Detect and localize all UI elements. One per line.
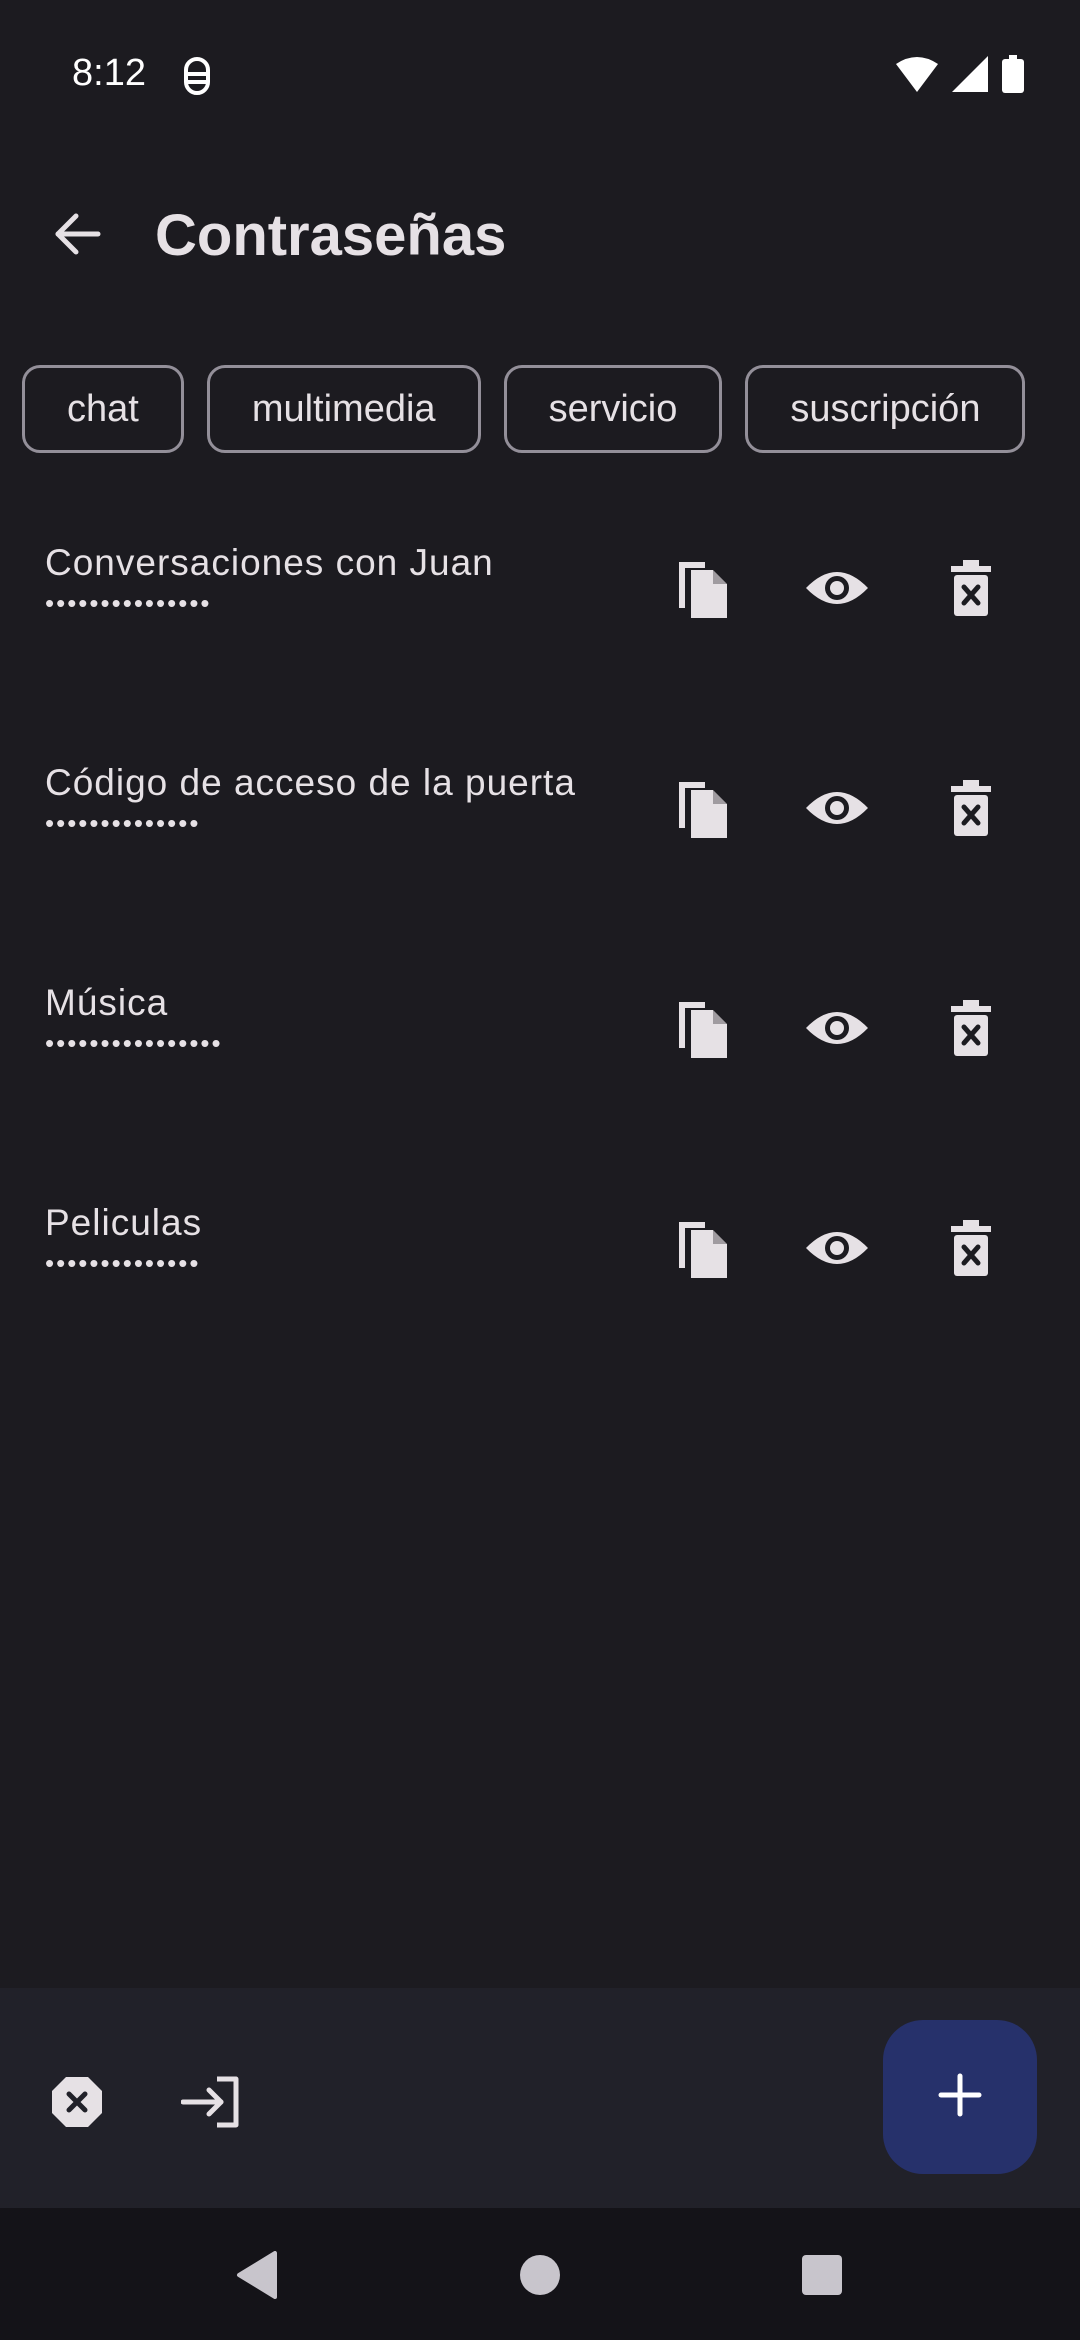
trash-x-icon (949, 559, 993, 621)
copy-button[interactable] (665, 1212, 741, 1288)
show-password-button[interactable] (799, 552, 875, 628)
delete-button[interactable] (933, 772, 1009, 848)
triangle-back-icon (235, 2250, 279, 2304)
back-button[interactable] (40, 198, 116, 274)
status-time: 8:12 (72, 52, 146, 94)
copy-icon (673, 556, 733, 625)
delete-button[interactable] (933, 992, 1009, 1068)
list-item[interactable]: Conversaciones con Juan ••••••••••••••• (0, 520, 1080, 740)
nav-back-button[interactable] (232, 2250, 282, 2304)
trash-x-icon (949, 1219, 993, 1281)
chip-servicio[interactable]: servicio (503, 365, 723, 453)
app-notification-icon (180, 56, 214, 96)
password-masked: •••••••••••••••• (45, 1028, 223, 1058)
battery-icon (1002, 54, 1024, 98)
delete-button[interactable] (933, 1212, 1009, 1288)
top-app-bar: Contraseñas (0, 170, 1080, 300)
chip-multimedia[interactable]: multimedia (206, 365, 481, 453)
copy-button[interactable] (665, 552, 741, 628)
clear-button[interactable] (39, 2066, 115, 2142)
wifi-icon (896, 56, 938, 97)
eye-icon (804, 566, 870, 615)
cell-signal-icon (952, 55, 988, 97)
arrow-back-icon (52, 208, 104, 265)
page-title: Contraseñas (155, 203, 507, 268)
copy-icon (673, 776, 733, 845)
list-item[interactable]: Peliculas •••••••••••••• (0, 1180, 1080, 1400)
password-title: Música (45, 982, 169, 1023)
password-title: Peliculas (45, 1202, 203, 1243)
show-password-button[interactable] (799, 772, 875, 848)
plus-icon (938, 2073, 982, 2122)
delete-button[interactable] (933, 552, 1009, 628)
copy-icon (673, 996, 733, 1065)
copy-button[interactable] (665, 772, 741, 848)
nav-home-button[interactable] (515, 2252, 565, 2302)
square-recents-icon (801, 2254, 843, 2301)
copy-icon (673, 1216, 733, 1285)
password-title: Código de acceso de la puerta (45, 762, 576, 803)
filter-chips: chat multimedia servicio suscripción (22, 365, 1026, 453)
eye-icon (804, 1006, 870, 1055)
list-item[interactable]: Código de acceso de la puerta ••••••••••… (0, 740, 1080, 960)
password-list: Conversaciones con Juan ••••••••••••••• (0, 520, 1080, 1400)
copy-button[interactable] (665, 992, 741, 1068)
show-password-button[interactable] (799, 1212, 875, 1288)
chip-chat[interactable]: chat (22, 365, 184, 453)
trash-x-icon (949, 779, 993, 841)
password-masked: •••••••••••••• (45, 808, 201, 838)
status-bar: 8:12 (0, 0, 1080, 150)
bottom-app-bar (0, 1988, 1080, 2208)
add-password-button[interactable] (883, 2020, 1037, 2174)
octagon-x-icon (50, 2075, 104, 2134)
password-masked: ••••••••••••••• (45, 588, 212, 618)
trash-x-icon (949, 999, 993, 1061)
show-password-button[interactable] (799, 992, 875, 1068)
login-arrow-icon (180, 2076, 239, 2133)
password-title: Conversaciones con Juan (45, 542, 494, 583)
list-item[interactable]: Música •••••••••••••••• (0, 960, 1080, 1180)
system-nav-bar (0, 2208, 1080, 2340)
password-masked: •••••••••••••• (45, 1248, 201, 1278)
chip-suscripcion[interactable]: suscripción (745, 365, 1026, 453)
logout-button[interactable] (172, 2066, 248, 2142)
eye-icon (804, 1226, 870, 1275)
nav-recents-button[interactable] (797, 2252, 847, 2302)
circle-home-icon (518, 2253, 562, 2302)
eye-icon (804, 786, 870, 835)
